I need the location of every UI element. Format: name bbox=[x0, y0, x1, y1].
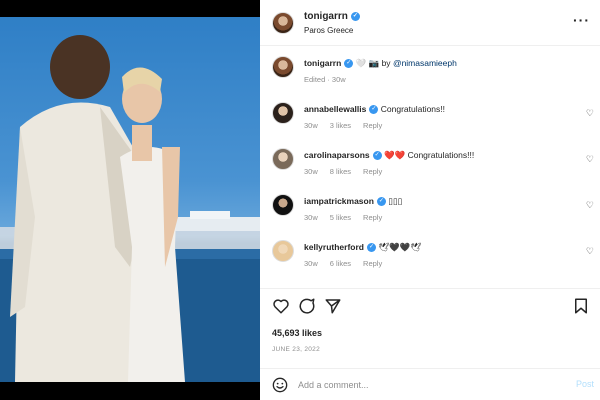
comment-username[interactable]: iampatrickmason bbox=[304, 196, 374, 206]
post-comment-button[interactable]: Post bbox=[576, 379, 594, 389]
post-photo[interactable] bbox=[0, 17, 260, 382]
avatar[interactable] bbox=[272, 194, 294, 216]
caption-row: tonigarrn ✓ 🤍 📷 by @nimasamieeph Edited ·… bbox=[260, 47, 600, 93]
post-actions: 45,693 likes JUNE 23, 2022 Post bbox=[260, 288, 600, 400]
verified-badge-icon: ✓ bbox=[372, 151, 382, 161]
comment-time: 30w bbox=[304, 213, 318, 222]
like-comment-heart-icon[interactable]: ♡ bbox=[586, 200, 594, 211]
reply-button[interactable]: Reply bbox=[363, 259, 382, 268]
post-date: JUNE 23, 2022 bbox=[272, 346, 320, 353]
reply-button[interactable]: Reply bbox=[363, 167, 382, 176]
caption-text: tonigarrn ✓ 🤍 📷 by @nimasamieeph bbox=[304, 58, 457, 69]
comment-text: kellyrutherford ✓ 🕊🖤🖤🕊 bbox=[304, 242, 421, 253]
comment-text: iampatrickmason ✓ ▯▯▯ bbox=[304, 196, 402, 207]
caption-meta: Edited · 30w bbox=[304, 75, 358, 84]
comment-body: Congratulations!!! bbox=[407, 150, 475, 160]
avatar[interactable] bbox=[272, 12, 294, 34]
comment-likes[interactable]: 6 likes bbox=[330, 259, 351, 268]
avatar[interactable] bbox=[272, 240, 294, 262]
avatar[interactable] bbox=[272, 148, 294, 170]
like-heart-icon[interactable] bbox=[272, 297, 290, 315]
comment-item: annabellewallis ✓ Congratulations!! 30w 3 … bbox=[260, 93, 600, 139]
comment-likes[interactable]: 5 likes bbox=[330, 213, 351, 222]
comment-likes[interactable]: 8 likes bbox=[330, 167, 351, 176]
comment-emoji: ❤️❤️ bbox=[384, 150, 406, 160]
wedding-photo-illustration bbox=[0, 35, 260, 382]
comment-meta: 30w 3 likes Reply bbox=[304, 121, 394, 130]
post-photo-pane bbox=[0, 0, 260, 400]
verified-badge-icon: ✓ bbox=[350, 11, 360, 21]
post-location[interactable]: Paros Greece bbox=[304, 26, 353, 35]
post-username[interactable]: tonigarrn ✓ bbox=[304, 11, 360, 22]
comment-text: annabellewallis ✓ Congratulations!! bbox=[304, 104, 446, 115]
caption-mention-link[interactable]: @nimasamieeph bbox=[393, 58, 457, 68]
verified-badge-icon: ✓ bbox=[367, 243, 376, 253]
comment-username[interactable]: carolinaparsons bbox=[304, 150, 370, 160]
comment-body: 🕊🖤🖤🕊 bbox=[378, 242, 422, 252]
comment-time: 30w bbox=[304, 121, 318, 130]
more-options-icon[interactable]: ··· bbox=[573, 12, 590, 28]
comment-username[interactable]: kellyrutherford bbox=[304, 242, 364, 252]
comment-text: carolinaparsons ✓ ❤️❤️ Congratulations!!! bbox=[304, 150, 474, 161]
add-comment-bar: Post bbox=[260, 368, 600, 400]
comment-input[interactable] bbox=[298, 377, 548, 393]
comment-likes[interactable]: 3 likes bbox=[330, 121, 351, 130]
post-detail-panel: tonigarrn ✓ Paros Greece ··· tonigarrn ✓ 🤍… bbox=[260, 0, 600, 400]
emoji-icon[interactable] bbox=[272, 377, 288, 393]
reply-button[interactable]: Reply bbox=[363, 213, 382, 222]
comment-time: 30w bbox=[304, 259, 318, 268]
comment-meta: 30w 6 likes Reply bbox=[304, 259, 394, 268]
comment-body: Congratulations!! bbox=[380, 104, 446, 114]
comment-body: ▯▯▯ bbox=[388, 196, 403, 206]
comment-item: iampatrickmason ✓ ▯▯▯ 30w 5 likes Reply ♡ bbox=[260, 185, 600, 231]
like-comment-heart-icon[interactable]: ♡ bbox=[586, 246, 594, 257]
save-bookmark-icon[interactable] bbox=[572, 297, 590, 315]
caption-edited-time: Edited · 30w bbox=[304, 75, 346, 84]
caption-username[interactable]: tonigarrn bbox=[304, 58, 341, 68]
share-send-icon[interactable] bbox=[324, 297, 342, 315]
comment-meta: 30w 8 likes Reply bbox=[304, 167, 394, 176]
comment-username[interactable]: annabellewallis bbox=[304, 104, 366, 114]
caption-body: 🤍 📷 by bbox=[355, 58, 391, 68]
verified-badge-icon: ✓ bbox=[376, 197, 386, 207]
comment-item: carolinaparsons ✓ ❤️❤️ Congratulations!!!… bbox=[260, 139, 600, 185]
comment-time: 30w bbox=[304, 167, 318, 176]
comment-item: kellyrutherford ✓ 🕊🖤🖤🕊 30w 6 likes Reply ♡ bbox=[260, 231, 600, 277]
comments-list: tonigarrn ✓ 🤍 📷 by @nimasamieeph Edited ·… bbox=[260, 47, 600, 287]
verified-badge-icon: ✓ bbox=[369, 105, 379, 115]
post-username-text[interactable]: tonigarrn bbox=[304, 11, 348, 22]
verified-badge-icon: ✓ bbox=[344, 59, 354, 69]
like-comment-heart-icon[interactable]: ♡ bbox=[586, 108, 594, 119]
reply-button[interactable]: Reply bbox=[363, 121, 382, 130]
avatar[interactable] bbox=[272, 56, 294, 78]
likes-count[interactable]: 45,693 likes bbox=[272, 328, 322, 338]
like-comment-heart-icon[interactable]: ♡ bbox=[586, 154, 594, 165]
comment-meta: 30w 5 likes Reply bbox=[304, 213, 394, 222]
avatar[interactable] bbox=[272, 102, 294, 124]
comment-bubble-icon[interactable] bbox=[298, 297, 316, 315]
post-header: tonigarrn ✓ Paros Greece ··· bbox=[260, 0, 600, 46]
